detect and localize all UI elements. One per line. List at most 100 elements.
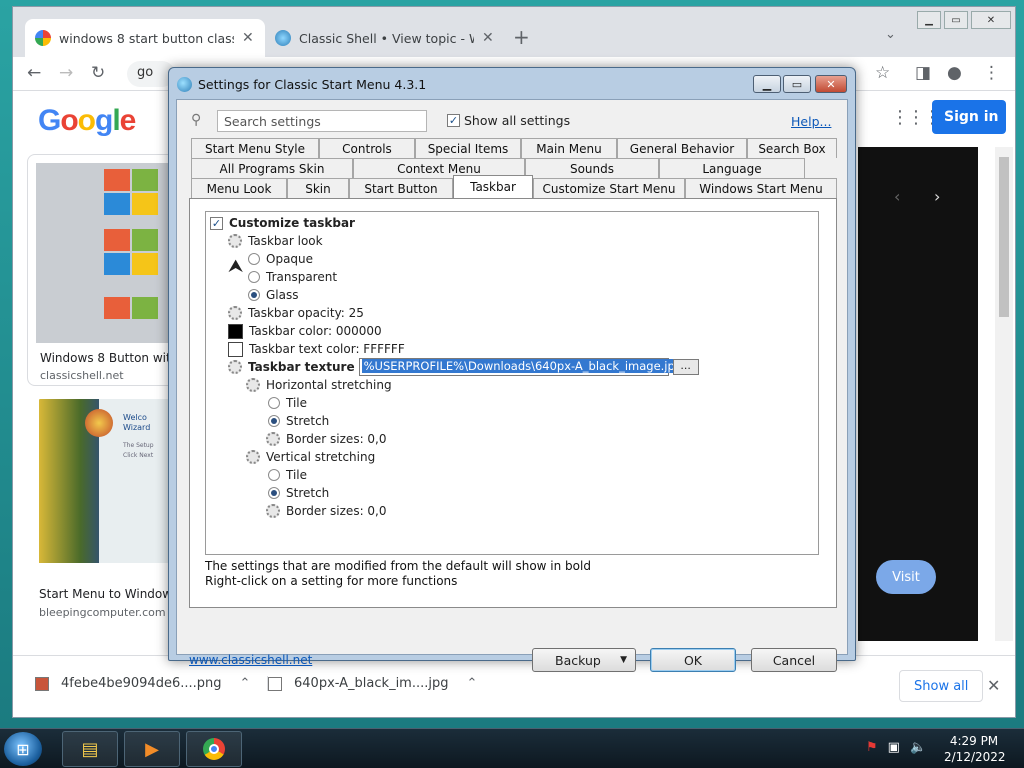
result-thumbnail [36,163,176,343]
tab-general-behavior[interactable]: General Behavior [617,138,747,158]
volume-icon[interactable]: 🔈 [910,740,926,755]
scrollbar-thumb[interactable] [999,157,1009,317]
file-explorer-icon[interactable]: ▤ [62,731,118,767]
dialog-minimize-icon[interactable]: ▁ [753,75,781,93]
radio-button[interactable] [268,469,280,481]
maximize-icon[interactable]: ▭ [944,11,968,29]
vertical-tile-option[interactable]: Tile [268,466,307,484]
help-link[interactable]: Help... [791,114,831,129]
thumb-text: Click Next [123,452,154,459]
download-item[interactable]: 4febe4be9094de6....png ⌃ [35,676,250,691]
radio-button[interactable] [248,253,260,265]
radio-button-selected[interactable] [268,415,280,427]
chrome-taskbar-icon[interactable] [186,731,242,767]
sign-in-button[interactable]: Sign in [932,100,1006,134]
tab-windows-start-menu[interactable]: Windows Start Menu [685,178,837,198]
google-logo[interactable]: Google [38,104,136,138]
close-tab-icon[interactable]: ✕ [242,30,254,46]
tab-language[interactable]: Language [659,158,805,178]
visit-button[interactable]: Visit [876,560,936,594]
vertical-stretch-option[interactable]: Stretch [268,484,329,502]
browser-tab-search[interactable]: windows 8 start button classic sh ✕ [25,19,265,57]
taskbar-text-color-setting[interactable]: Taskbar text color: FFFFFF [228,340,405,358]
new-tab-button[interactable]: + [513,25,530,49]
vertical-border-setting[interactable]: Border sizes: 0,0 [266,502,387,520]
window-controls: ▁ ▭ ✕ [917,11,1011,29]
tab-taskbar[interactable]: Taskbar [453,175,533,198]
tab-sounds[interactable]: Sounds [525,158,659,178]
taskbar-opacity-setting[interactable]: Taskbar opacity: 25 [228,304,364,322]
tab-start-menu-style[interactable]: Start Menu Style [191,138,319,158]
tab-search-dropdown-icon[interactable]: ⌄ [885,27,896,42]
close-download-bar-icon[interactable]: ✕ [987,676,1000,695]
reload-icon[interactable]: ↻ [91,63,105,83]
profile-icon[interactable]: ● [947,63,962,83]
horizontal-stretching-setting[interactable]: Horizontal stretching [246,376,392,394]
tab-main-menu[interactable]: Main Menu [521,138,617,158]
horizontal-stretch-option[interactable]: Stretch [268,412,329,430]
tab-search-box[interactable]: Search Box [747,138,837,158]
horizontal-border-setting[interactable]: Border sizes: 0,0 [266,430,387,448]
close-tab-icon[interactable]: ✕ [482,30,494,46]
radio-button[interactable] [248,271,260,283]
dialog-maximize-icon[interactable]: ▭ [783,75,811,93]
page-scrollbar[interactable] [995,147,1013,641]
back-icon[interactable]: ← [27,63,41,83]
glass-option[interactable]: Glass [248,286,299,304]
menu-icon[interactable]: ⋮ [983,63,1000,83]
next-icon[interactable]: › [934,187,940,206]
radio-button[interactable] [268,397,280,409]
opaque-option[interactable]: Opaque [248,250,313,268]
setting-gear-icon [246,450,260,464]
tab-start-button[interactable]: Start Button [349,178,453,198]
browse-button[interactable]: ... [672,359,699,375]
taskbar-color-setting[interactable]: Taskbar color: 000000 [228,322,382,340]
start-button-icon[interactable]: ⊞ [4,732,42,766]
dialog-close-icon[interactable]: ✕ [815,75,847,93]
close-window-icon[interactable]: ✕ [971,11,1011,29]
taskbar-look-setting[interactable]: Taskbar look [228,232,323,250]
taskbar-texture-setting[interactable]: Taskbar texture %USERPROFILE%\Downloads\… [228,358,699,376]
tab-customize-start-menu[interactable]: Customize Start Menu [533,178,685,198]
image-result-card[interactable]: Welco Wizard The Setup Click Next Start … [37,397,177,627]
media-player-icon[interactable]: ▶ [124,731,180,767]
clock[interactable]: 4:29 PM 2/12/2022 [944,733,1006,765]
tab-skin[interactable]: Skin [287,178,349,198]
chevron-up-icon[interactable]: ⌃ [240,676,251,691]
tab-all-programs-skin[interactable]: All Programs Skin [191,158,353,178]
network-icon[interactable]: ▣ [888,740,900,755]
download-filename: 4febe4be9094de6....png [61,676,222,691]
checkbox-checked[interactable]: ✓ [447,114,460,127]
backup-button[interactable]: Backup ▼ [532,648,636,672]
side-panel-icon[interactable]: ◨ [915,63,931,83]
ok-button[interactable]: OK [650,648,736,672]
radio-button-selected[interactable] [248,289,260,301]
cancel-button[interactable]: Cancel [751,648,837,672]
settings-tree[interactable]: ✓ Customize taskbar Taskbar look Opaque … [205,211,819,555]
forward-icon[interactable]: → [59,63,73,83]
setting-gear-icon [266,504,280,518]
checkbox-checked[interactable]: ✓ [210,216,223,230]
tab-special-items[interactable]: Special Items [415,138,521,158]
download-item[interactable]: 640px-A_black_im....jpg ⌃ [267,676,477,691]
bookmark-star-icon[interactable]: ☆ [875,63,890,83]
search-settings-input[interactable]: Search settings [217,110,427,132]
previous-icon[interactable]: ‹ [894,187,900,206]
show-all-settings-checkbox[interactable]: ✓ Show all settings [447,113,570,128]
transparent-option[interactable]: Transparent [248,268,337,286]
customize-taskbar-setting[interactable]: ✓ Customize taskbar [210,214,355,232]
vertical-stretching-setting[interactable]: Vertical stretching [246,448,375,466]
action-center-icon[interactable]: ⚑ [866,740,878,755]
texture-path-input[interactable]: %USERPROFILE%\Downloads\640px-A_black_im… [358,358,685,376]
minimize-icon[interactable]: ▁ [917,11,941,29]
tab-menu-look[interactable]: Menu Look [191,178,287,198]
horizontal-tile-option[interactable]: Tile [268,394,307,412]
tab-controls[interactable]: Controls [319,138,415,158]
system-tray: ⚑ ▣ 🔈 [866,740,926,755]
chevron-up-icon[interactable]: ⌃ [466,676,477,691]
show-all-downloads-button[interactable]: Show all [899,670,984,702]
radio-button-selected[interactable] [268,487,280,499]
website-link[interactable]: www.classicshell.net [189,653,312,667]
image-result-card[interactable]: Windows 8 Button with classicshell.net [27,154,177,386]
browser-tab-classic-shell[interactable]: Classic Shell • View topic - Windo ✕ [265,19,505,57]
